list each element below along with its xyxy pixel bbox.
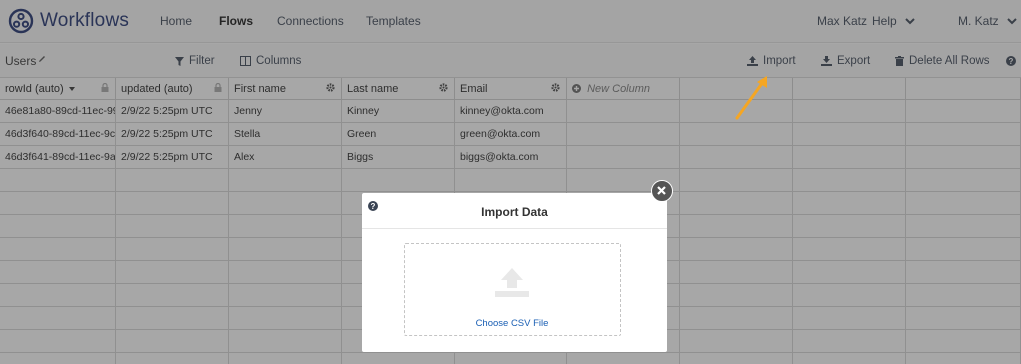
annotation-arrow-icon (735, 76, 767, 120)
close-dialog-button[interactable] (651, 180, 673, 202)
divider (362, 228, 667, 229)
import-data-dialog: ? Import Data Choose CSV File (362, 193, 667, 352)
close-icon (657, 186, 666, 195)
csv-dropzone[interactable]: Choose CSV File (404, 243, 621, 336)
choose-csv-file-link[interactable]: Choose CSV File (405, 318, 619, 329)
upload-icon (495, 268, 529, 297)
dialog-title: Import Data (481, 205, 548, 219)
